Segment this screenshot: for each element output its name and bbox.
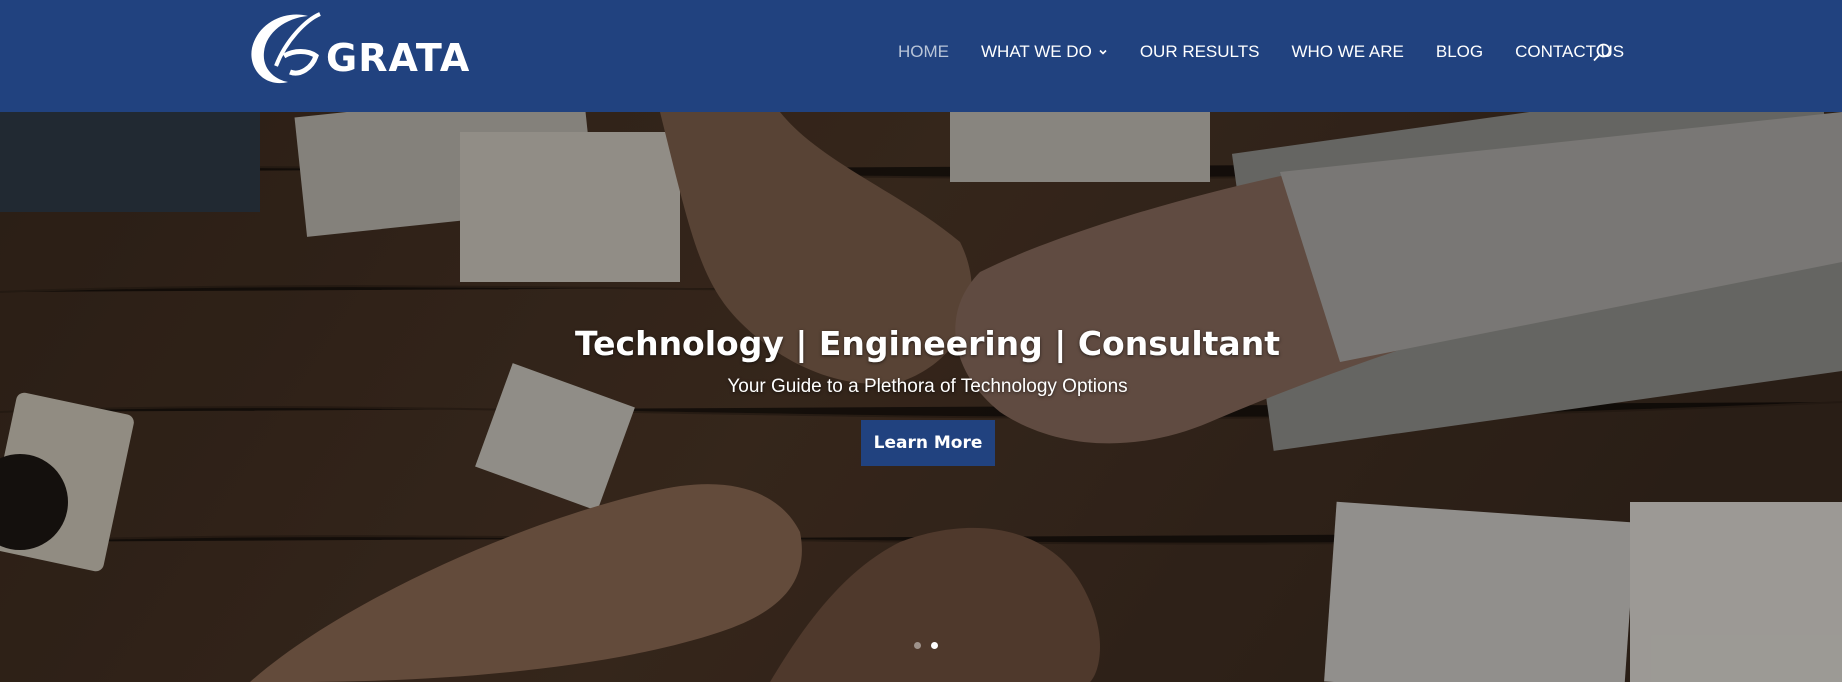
- logo-swirl-icon: [251, 12, 321, 84]
- slide-dot-1[interactable]: [914, 642, 921, 649]
- nav-home[interactable]: HOME: [898, 42, 949, 62]
- nav-what-we-do[interactable]: WHAT WE DO: [981, 42, 1108, 62]
- nav-blog-label: BLOG: [1435, 42, 1484, 61]
- nav-what-we-do-label: WHAT WE DO: [981, 42, 1092, 61]
- nav-who-we-are[interactable]: WHO WE ARE: [1291, 42, 1403, 62]
- nav-who-we-are-label: WHO WE ARE: [1291, 42, 1404, 61]
- nav-our-results-label: OUR RESULTS: [1139, 42, 1260, 61]
- nav-blog[interactable]: BLOG: [1436, 42, 1483, 62]
- main-nav: HOME WHAT WE DO OUR RESULTS WHO WE ARE B…: [898, 40, 1656, 64]
- nav-home-label: HOME: [898, 42, 949, 61]
- search-icon[interactable]: [1592, 42, 1612, 62]
- hero-title: Technology | Engineering | Consultant: [575, 324, 1280, 363]
- hero-slider: Technology | Engineering | Consultant Yo…: [0, 112, 1842, 682]
- logo-text: GRATA: [326, 36, 471, 80]
- slide-dot-2[interactable]: [931, 642, 938, 649]
- chevron-down-icon: [1099, 49, 1107, 55]
- nav-our-results[interactable]: OUR RESULTS: [1140, 42, 1260, 62]
- site-header: GRATA HOME WHAT WE DO OUR RESULTS WHO WE…: [0, 0, 1842, 112]
- slider-pagination: [914, 642, 948, 649]
- hero-subtitle: Your Guide to a Plethora of Technology O…: [727, 376, 1128, 397]
- grata-logo[interactable]: GRATA: [246, 10, 469, 92]
- learn-more-button[interactable]: Learn More: [861, 420, 995, 466]
